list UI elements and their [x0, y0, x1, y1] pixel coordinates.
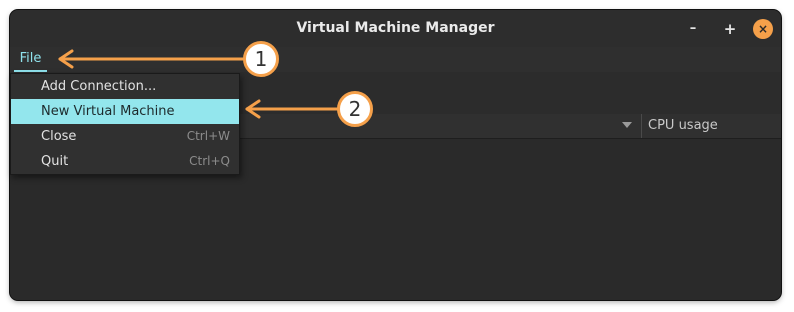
step-2-callout: 2 — [337, 91, 373, 127]
arrow-to-new-vm — [245, 99, 340, 119]
annotation-arrows — [58, 49, 340, 119]
arrow-to-file-menu — [58, 49, 245, 69]
step-1-callout: 1 — [243, 41, 279, 77]
